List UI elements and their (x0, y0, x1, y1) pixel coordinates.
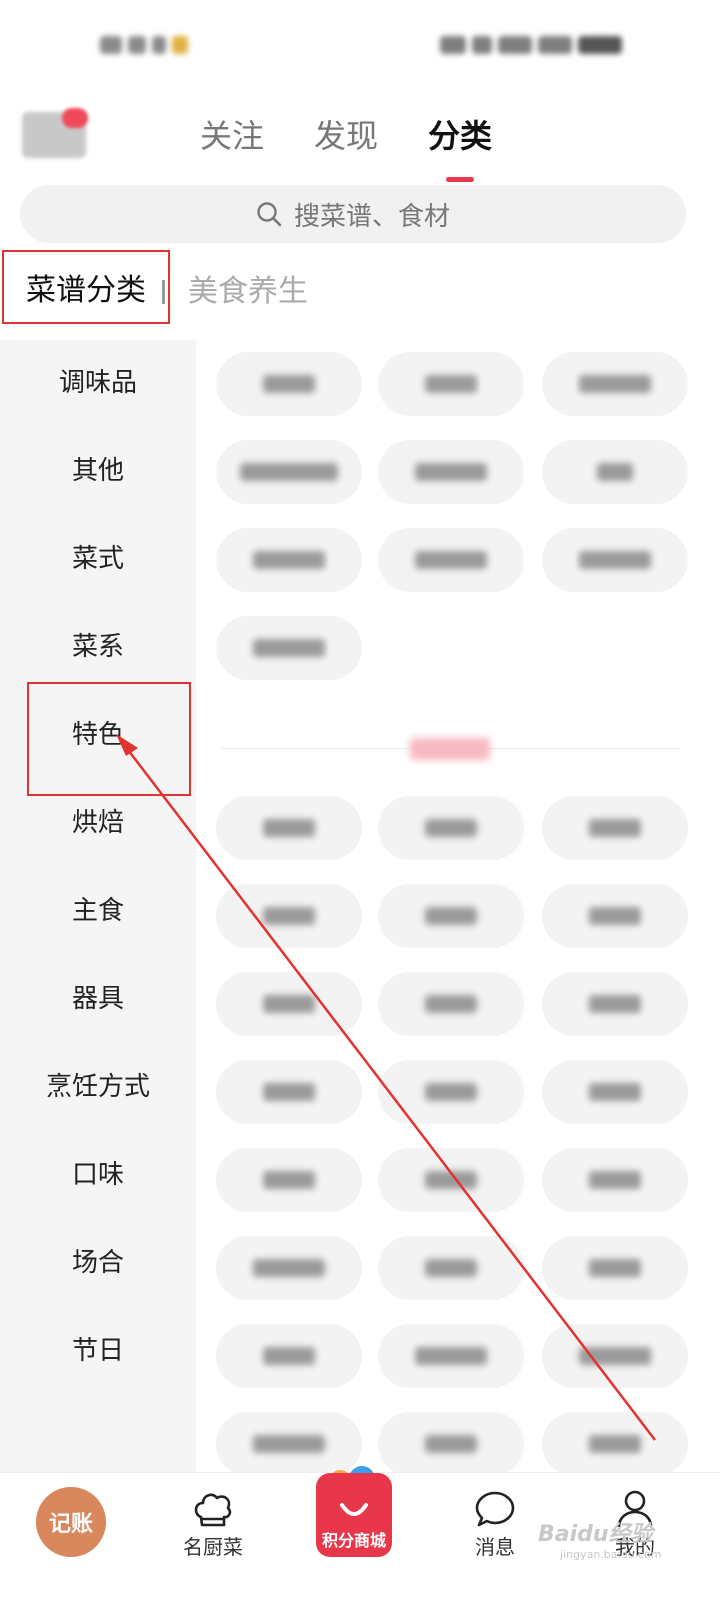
category-chip[interactable] (378, 1412, 524, 1476)
sidebar-item-dish-style[interactable]: 菜式 (0, 526, 196, 586)
category-chip[interactable] (542, 884, 688, 948)
category-chip[interactable] (216, 1236, 362, 1300)
category-chip[interactable] (216, 440, 362, 504)
search-bar[interactable]: 搜菜谱、食材 (20, 185, 686, 243)
sidebar-item-occasion[interactable]: 场合 (0, 1230, 196, 1290)
category-chip[interactable] (542, 1148, 688, 1212)
sidebar-item-other[interactable]: 其他 (0, 438, 196, 498)
category-chip[interactable] (542, 1236, 688, 1300)
status-bar-left (100, 30, 195, 60)
category-chip[interactable] (216, 884, 362, 948)
category-chip[interactable] (378, 528, 524, 592)
category-chip[interactable] (542, 1324, 688, 1388)
sidebar-item-seasoning[interactable]: 调味品 (0, 350, 196, 410)
sidebar-item-baking[interactable]: 烘焙 (0, 790, 196, 850)
section-tabs: 菜谱分类 美食养生 (0, 250, 720, 330)
sidebar-item-festival[interactable]: 节日 (0, 1318, 196, 1378)
sidebar-item-utensils[interactable]: 器具 (0, 966, 196, 1026)
category-chip[interactable] (542, 796, 688, 860)
category-chip[interactable] (378, 352, 524, 416)
shopping-bag-smile-icon (340, 1503, 368, 1516)
category-chip[interactable] (542, 1412, 688, 1476)
chat-bubble-icon (475, 1491, 515, 1527)
category-chip[interactable] (216, 352, 362, 416)
sidebar-item-flavor[interactable]: 口味 (0, 1142, 196, 1202)
chef-hat-icon (194, 1493, 232, 1527)
search-placeholder: 搜菜谱、食材 (293, 201, 450, 232)
sidebar-item-cooking-method[interactable]: 烹饪方式 (0, 1054, 196, 1114)
category-chip[interactable] (378, 440, 524, 504)
nav-label: 消息 (475, 1535, 515, 1559)
category-chip[interactable] (542, 1060, 688, 1124)
category-chip[interactable] (378, 1324, 524, 1388)
category-chip[interactable] (216, 616, 362, 680)
category-chip[interactable] (378, 796, 524, 860)
category-chip[interactable] (542, 972, 688, 1036)
annotation-highlight-box (27, 682, 191, 796)
category-chip[interactable] (216, 796, 362, 860)
category-chip[interactable] (542, 440, 688, 504)
watermark-url: jingyan.baidu.com (560, 1548, 662, 1561)
category-chip[interactable] (378, 972, 524, 1036)
category-chip[interactable] (378, 1148, 524, 1212)
category-chip[interactable] (542, 352, 688, 416)
nav-points-mall-button[interactable]: 积分商城 (316, 1473, 392, 1557)
nav-label: 名厨菜 (183, 1535, 243, 1559)
nav-label: 积分商城 (321, 1531, 386, 1550)
nav-item-chef-dishes[interactable]: 名厨菜 (178, 1487, 248, 1560)
section-divider-label (410, 738, 490, 760)
category-chip[interactable] (216, 528, 362, 592)
sidebar-item-cuisine[interactable]: 菜系 (0, 614, 196, 674)
tab-category[interactable]: 分类 (428, 112, 492, 182)
section-tab-recipe-category[interactable]: 菜谱分类 (2, 250, 170, 324)
watermark-logo: Baidu经验 (538, 1522, 653, 1547)
sidebar-item-staple[interactable]: 主食 (0, 878, 196, 938)
category-chip[interactable] (378, 1236, 524, 1300)
nav-item-messages[interactable]: 消息 (460, 1487, 530, 1560)
category-chip[interactable] (378, 884, 524, 948)
category-chip[interactable] (542, 528, 688, 592)
category-chip[interactable] (378, 1060, 524, 1124)
category-chip[interactable] (216, 972, 362, 1036)
search-icon (257, 202, 282, 227)
section-tab-food-health[interactable]: 美食养生 (188, 270, 308, 314)
nav-bookkeeping-button[interactable]: 记账 (36, 1487, 106, 1557)
category-chip[interactable] (216, 1324, 362, 1388)
category-chip[interactable] (216, 1148, 362, 1212)
section-tab-separator (162, 280, 165, 304)
top-tabs: 关注 发现 分类 (200, 112, 520, 182)
category-sidebar: 调味品 其他 菜式 菜系 特色 烘焙 主食 器具 烹饪方式 口味 场合 节日 (0, 340, 196, 1472)
category-chip[interactable] (216, 1060, 362, 1124)
status-bar-right (440, 30, 660, 60)
notification-badge (62, 108, 88, 128)
tab-follow[interactable]: 关注 (200, 112, 264, 172)
tab-discover[interactable]: 发现 (314, 112, 378, 172)
